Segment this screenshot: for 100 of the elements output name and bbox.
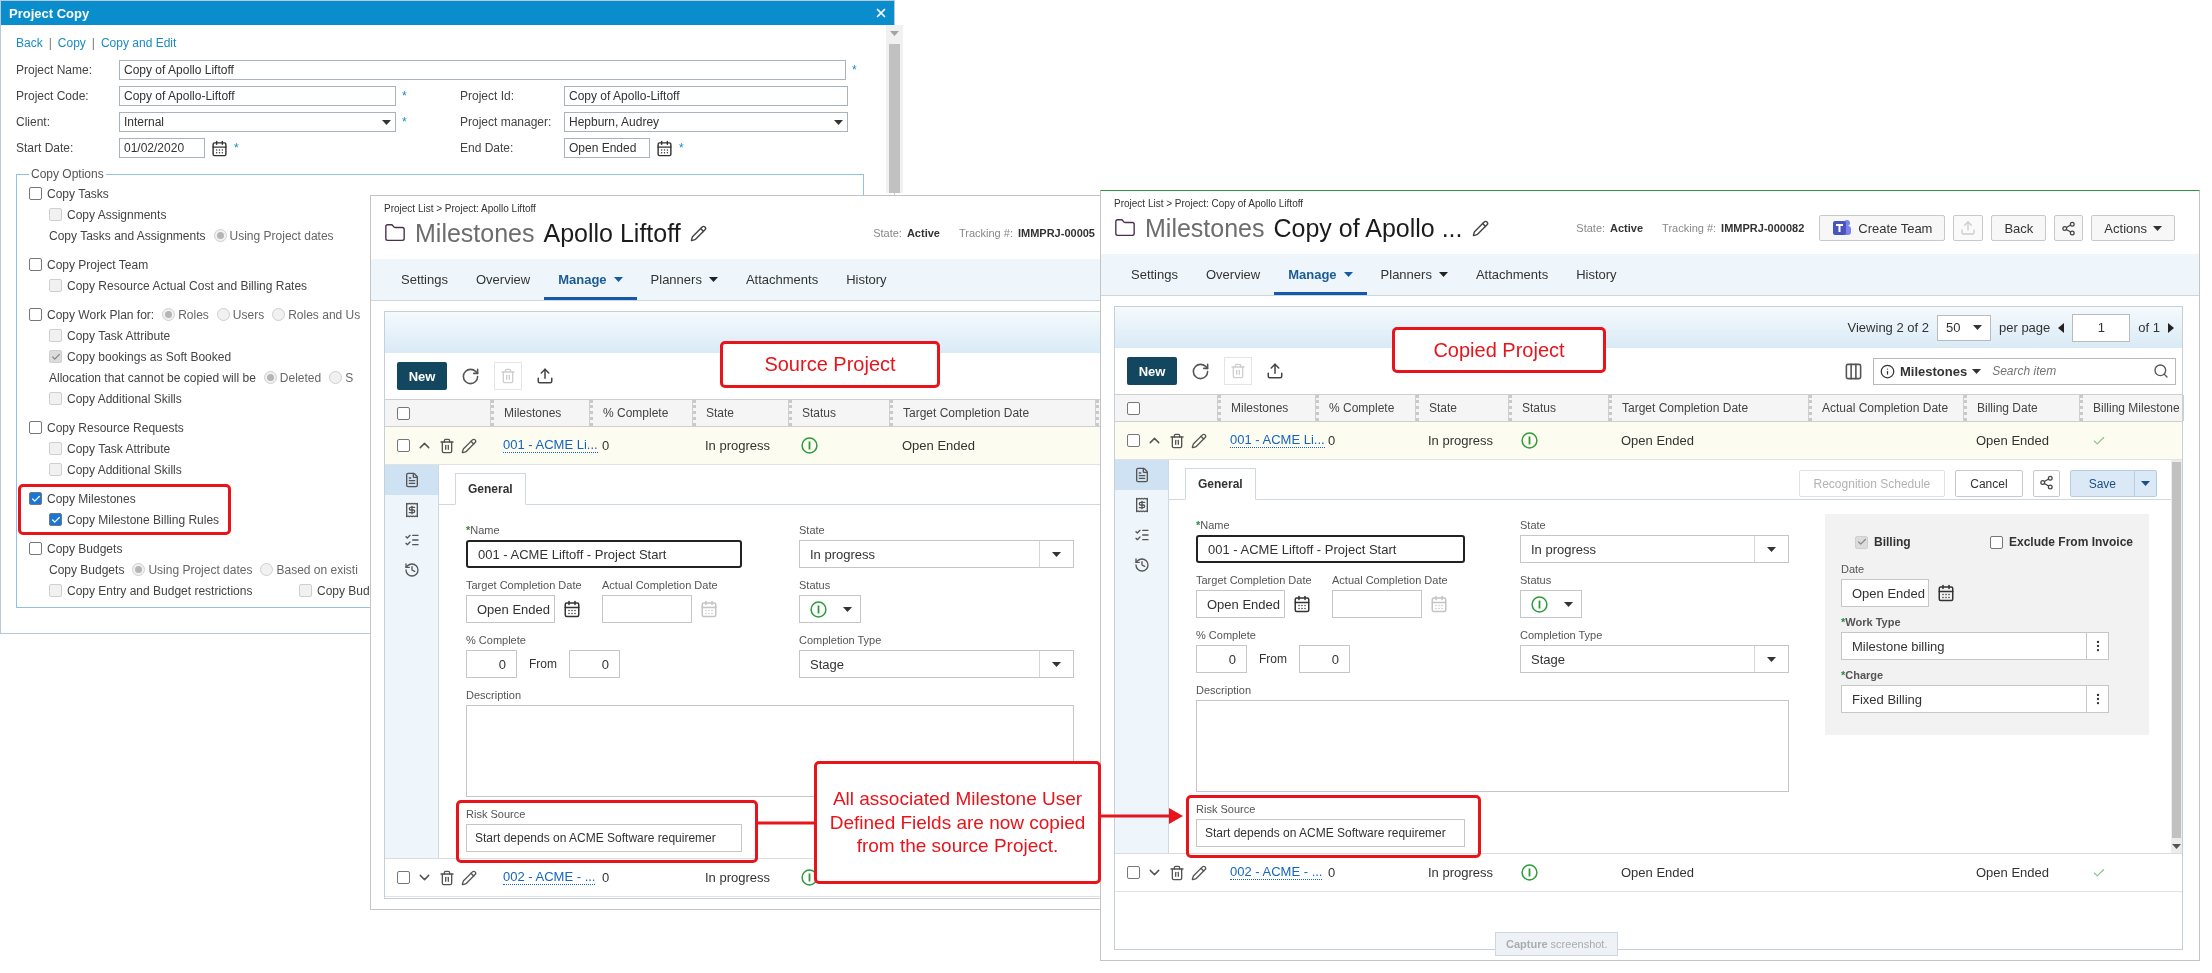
refresh-icon[interactable]	[1191, 361, 1210, 381]
table-row[interactable]: 001 - ACME Li... 0 In progress Open Ended Open Ended	[1115, 422, 2182, 460]
page-field[interactable]: 1	[2072, 313, 2131, 342]
checkbox[interactable]	[29, 308, 42, 321]
save-button[interactable]: Save	[2069, 470, 2157, 497]
calendar-icon[interactable]	[563, 600, 581, 618]
checkbox[interactable]	[29, 258, 42, 271]
from-field[interactable]: 0	[569, 650, 620, 678]
edit-icon[interactable]	[1191, 432, 1207, 449]
page-size-select[interactable]: 50	[1937, 314, 1991, 341]
delete-icon[interactable]	[439, 869, 455, 886]
nav-tab[interactable]: Attachments	[1461, 254, 1563, 295]
checkbox[interactable]	[29, 187, 42, 200]
nav-tab[interactable]: Planners	[1366, 254, 1462, 295]
name-field[interactable]: 001 - ACME Liftoff - Project Start	[466, 540, 742, 568]
checkbox[interactable]	[29, 421, 42, 434]
nav-tab[interactable]: Overview	[462, 259, 545, 300]
form-tab[interactable]: General	[1185, 468, 1256, 500]
scrollbar[interactable]	[2171, 460, 2182, 853]
description-field[interactable]	[1196, 700, 1789, 792]
action-button[interactable]: Cancel	[1955, 470, 2023, 497]
status-select[interactable]	[799, 595, 861, 623]
checkbox[interactable]	[397, 406, 410, 420]
milestone-link[interactable]: 001 - ACME Li...	[503, 438, 598, 453]
nav-tab[interactable]: Planners	[636, 259, 732, 300]
status-select[interactable]	[1520, 590, 1582, 618]
export-icon[interactable]	[536, 367, 554, 385]
form-tab[interactable]: General	[455, 473, 526, 505]
calendar-icon[interactable]	[656, 139, 673, 157]
next-page-icon[interactable]	[2168, 322, 2174, 333]
milestone-link[interactable]: 002 - ACME - ...	[1230, 865, 1323, 880]
select-field[interactable]: Hepburn, Audrey	[564, 112, 848, 132]
link[interactable]: Back	[16, 36, 43, 50]
checkbox[interactable]	[397, 871, 410, 884]
search-bar[interactable]: Milestones Search item	[1873, 357, 2176, 385]
nav-tab[interactable]: Overview	[1192, 254, 1275, 295]
edit-icon[interactable]	[461, 437, 477, 454]
new-button[interactable]: New	[397, 362, 447, 390]
edit-icon[interactable]	[461, 869, 477, 886]
refresh-icon[interactable]	[461, 366, 480, 386]
text-field[interactable]: Copy of Apollo-Liftoff	[564, 86, 848, 106]
text-field[interactable]: Copy of Apollo Liftoff	[119, 60, 846, 80]
side-tab[interactable]	[385, 465, 438, 495]
milestone-link[interactable]: 002 - ACME - ...	[503, 870, 596, 885]
scrollbar[interactable]	[886, 25, 903, 193]
calendar-icon[interactable]	[1293, 595, 1311, 613]
previous-page-icon[interactable]	[2058, 322, 2065, 333]
create-team-button[interactable]: Create Team	[1819, 215, 1946, 241]
link[interactable]: Copy	[57, 36, 86, 50]
delete-icon[interactable]	[1169, 432, 1185, 449]
link[interactable]: Copy and Edit	[100, 36, 177, 50]
nav-tab[interactable]: Settings	[387, 259, 462, 300]
completion-type-select[interactable]: Stage	[799, 650, 1074, 678]
export-icon[interactable]	[1266, 362, 1284, 380]
state-select[interactable]: In progress	[799, 540, 1074, 568]
risk-source-field[interactable]: Start depends on ACME Software requiremer	[1196, 819, 1465, 847]
date-field[interactable]: 01/02/2020	[119, 138, 205, 158]
search-icon[interactable]	[2153, 363, 2169, 379]
checkbox[interactable]	[29, 492, 42, 505]
nav-tab[interactable]: Settings	[1117, 254, 1192, 295]
name-field[interactable]: 001 - ACME Liftoff - Project Start	[1196, 535, 1465, 563]
actions-dropdown[interactable]: Actions	[2091, 215, 2175, 241]
nav-tab[interactable]: History	[832, 259, 901, 300]
share-button[interactable]	[2032, 470, 2060, 497]
from-field[interactable]: 0	[1299, 645, 1350, 673]
checkbox[interactable]	[1127, 434, 1140, 447]
close-icon[interactable]	[874, 6, 888, 20]
checkbox[interactable]	[1127, 866, 1140, 879]
checkbox[interactable]	[1127, 401, 1140, 415]
lookup-field[interactable]: Fixed Billing	[1841, 685, 2109, 713]
date-field[interactable]: Open Ended	[564, 138, 650, 158]
text-field[interactable]: Copy of Apollo-Liftoff	[119, 86, 396, 106]
calendar-icon[interactable]	[1937, 584, 1955, 602]
edit-icon[interactable]	[1471, 219, 1489, 237]
checkbox[interactable]	[49, 513, 62, 526]
state-select[interactable]: In progress	[1520, 535, 1789, 563]
date-field[interactable]	[1332, 590, 1422, 618]
edit-icon[interactable]	[689, 224, 707, 242]
nav-tab[interactable]: History	[1562, 254, 1631, 295]
completion-type-select[interactable]: Stage	[1520, 645, 1789, 673]
percent-field[interactable]: 0	[466, 650, 517, 678]
date-field[interactable]: Open Ended	[1841, 579, 1929, 607]
share-button[interactable]	[2054, 215, 2084, 241]
edit-icon[interactable]	[1191, 864, 1207, 881]
new-button[interactable]: New	[1127, 357, 1177, 385]
delete-icon[interactable]	[439, 437, 455, 454]
nav-tab[interactable]: Manage	[544, 259, 637, 300]
nav-tab[interactable]: Manage	[1274, 254, 1367, 295]
calendar-icon[interactable]	[211, 139, 228, 157]
date-field[interactable]: Open Ended	[1196, 590, 1285, 618]
checkbox[interactable]	[397, 439, 410, 452]
delete-icon[interactable]	[1169, 864, 1185, 881]
lookup-field[interactable]: Milestone billing	[1841, 632, 2109, 660]
header-button[interactable]: Back	[1991, 215, 2047, 241]
date-field[interactable]: Open Ended	[466, 595, 555, 623]
select-field[interactable]: Internal	[119, 112, 396, 132]
percent-field[interactable]: 0	[1196, 645, 1247, 673]
side-tab[interactable]	[1115, 460, 1168, 490]
milestone-link[interactable]: 001 - ACME Li...	[1230, 433, 1325, 448]
columns-icon[interactable]	[1844, 361, 1863, 381]
